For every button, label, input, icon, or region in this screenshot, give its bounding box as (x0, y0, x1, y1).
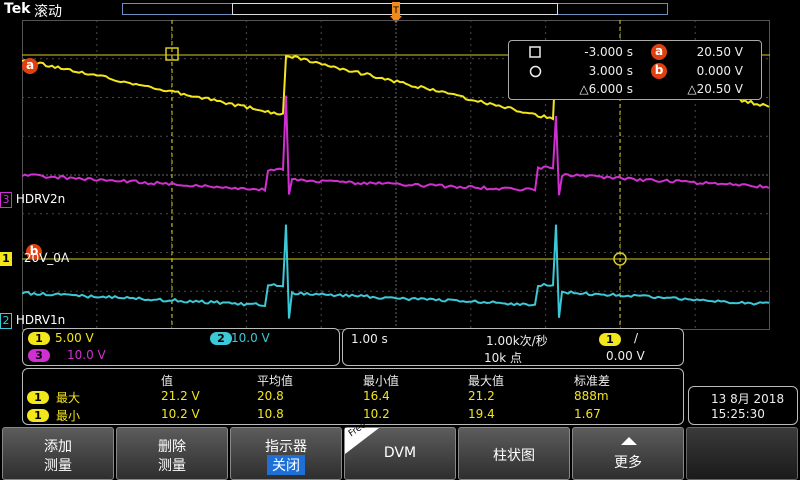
ch1-scale[interactable]: 5.00 V (55, 331, 94, 345)
ch2-label: HDRV1n (16, 313, 65, 327)
add-measurement-button[interactable]: 添加 测量 (2, 427, 114, 480)
meas-header-min: 最小值 (363, 372, 399, 389)
meas-max: 19.4 (468, 407, 495, 421)
meas-stddev: 1.67 (574, 407, 601, 421)
ch1-badge: 1 (28, 332, 50, 345)
ch1-label: 20V_0A (24, 251, 69, 265)
meas-row-channel-badge: 1 (27, 409, 49, 422)
meas-stddev: 888m (574, 389, 609, 403)
meas-min: 16.4 (363, 389, 390, 403)
sample-rate: 1.00k次/秒 (486, 332, 548, 349)
acquisition-mode: 滚动 (34, 1, 62, 21)
top-status-bar: Tek 滚动 T (0, 0, 800, 20)
ch3-label: HDRV2n (16, 192, 65, 206)
meas-row-name: 最大 (56, 389, 80, 406)
trigger-level[interactable]: 0.00 V (606, 349, 645, 363)
time-display: 15:25:30 (711, 407, 765, 421)
meas-value: 21.2 V (161, 389, 200, 403)
timebase-panel[interactable]: 1.00 s 1.00k次/秒 10k 点 1 / 0.00 V (342, 328, 684, 366)
meas-row-channel-badge: 1 (27, 391, 49, 404)
indicator-button[interactable]: 指示器 关闭 (230, 427, 342, 480)
cursor-voltage-b: 0.000 V (697, 64, 743, 78)
empty-softkey[interactable] (686, 427, 798, 480)
indicator-state: 关闭 (267, 455, 305, 475)
datetime-panel[interactable]: 13 8月 2018 15:25:30 (688, 386, 798, 425)
cursor-time-2: 3.000 s (589, 64, 633, 78)
channel-scale-panel[interactable]: 1 5.00 V 2 10.0 V 3 10.0 V (22, 328, 340, 366)
delete-measurement-button[interactable]: 删除 测量 (116, 427, 228, 480)
cursor-readout-panel[interactable]: -3.000 s 3.000 s △6.000 s a b 20.50 V 0.… (508, 40, 762, 100)
cursor-voltage-a: 20.50 V (697, 45, 743, 59)
trigger-slope-icon[interactable]: / (634, 331, 638, 345)
meas-min: 10.2 (363, 407, 390, 421)
meas-header-max: 最大值 (468, 372, 504, 389)
date-display: 13 8月 2018 (711, 390, 784, 407)
meas-header-value: 值 (161, 372, 173, 389)
ch1-ground-marker[interactable]: 1 20V_0A (0, 251, 69, 266)
ch2-badge: 2 (210, 332, 232, 345)
meas-value: 10.2 V (161, 407, 200, 421)
meas-mean: 20.8 (257, 389, 284, 403)
cursor-delta-time: △6.000 s (579, 82, 633, 96)
more-button[interactable]: 更多 (572, 427, 684, 480)
cursor-circle-icon (529, 65, 542, 78)
ch3-scale[interactable]: 10.0 V (67, 348, 106, 362)
trigger-source-badge[interactable]: 1 (599, 333, 621, 346)
dvm-button[interactable]: Free DVM (344, 427, 456, 480)
svg-text:T: T (392, 6, 399, 16)
histogram-button[interactable]: 柱状图 (458, 427, 570, 480)
meas-header-stddev: 标准差 (574, 372, 610, 389)
measurement-panel[interactable]: 值 平均值 最小值 最大值 标准差 1 最大 21.2 V 20.8 16.4 … (22, 368, 684, 425)
ch2-scale[interactable]: 10.0 V (231, 331, 270, 345)
time-per-division[interactable]: 1.00 s (351, 332, 388, 346)
cursor-a-marker[interactable]: a (22, 54, 38, 74)
meas-row-name: 最小 (56, 407, 80, 424)
ch3-badge: 3 (28, 349, 50, 362)
brand-logo: Tek (4, 1, 31, 17)
meas-mean: 10.8 (257, 407, 284, 421)
record-length: 10k 点 (484, 349, 522, 366)
ch3-ground-marker[interactable]: 3 HDRV2n (0, 192, 65, 208)
cursor-a-badge: a (651, 44, 667, 60)
ch2-ground-marker[interactable]: 2 HDRV1n (0, 313, 65, 329)
meas-max: 21.2 (468, 389, 495, 403)
cursor-delta-voltage: △20.50 V (687, 82, 743, 96)
cursor-b-badge: b (651, 63, 667, 79)
meas-header-mean: 平均值 (257, 372, 293, 389)
chevron-up-icon (620, 436, 638, 446)
cursor-square-icon (529, 46, 541, 58)
cursor-time-1: -3.000 s (584, 45, 633, 59)
